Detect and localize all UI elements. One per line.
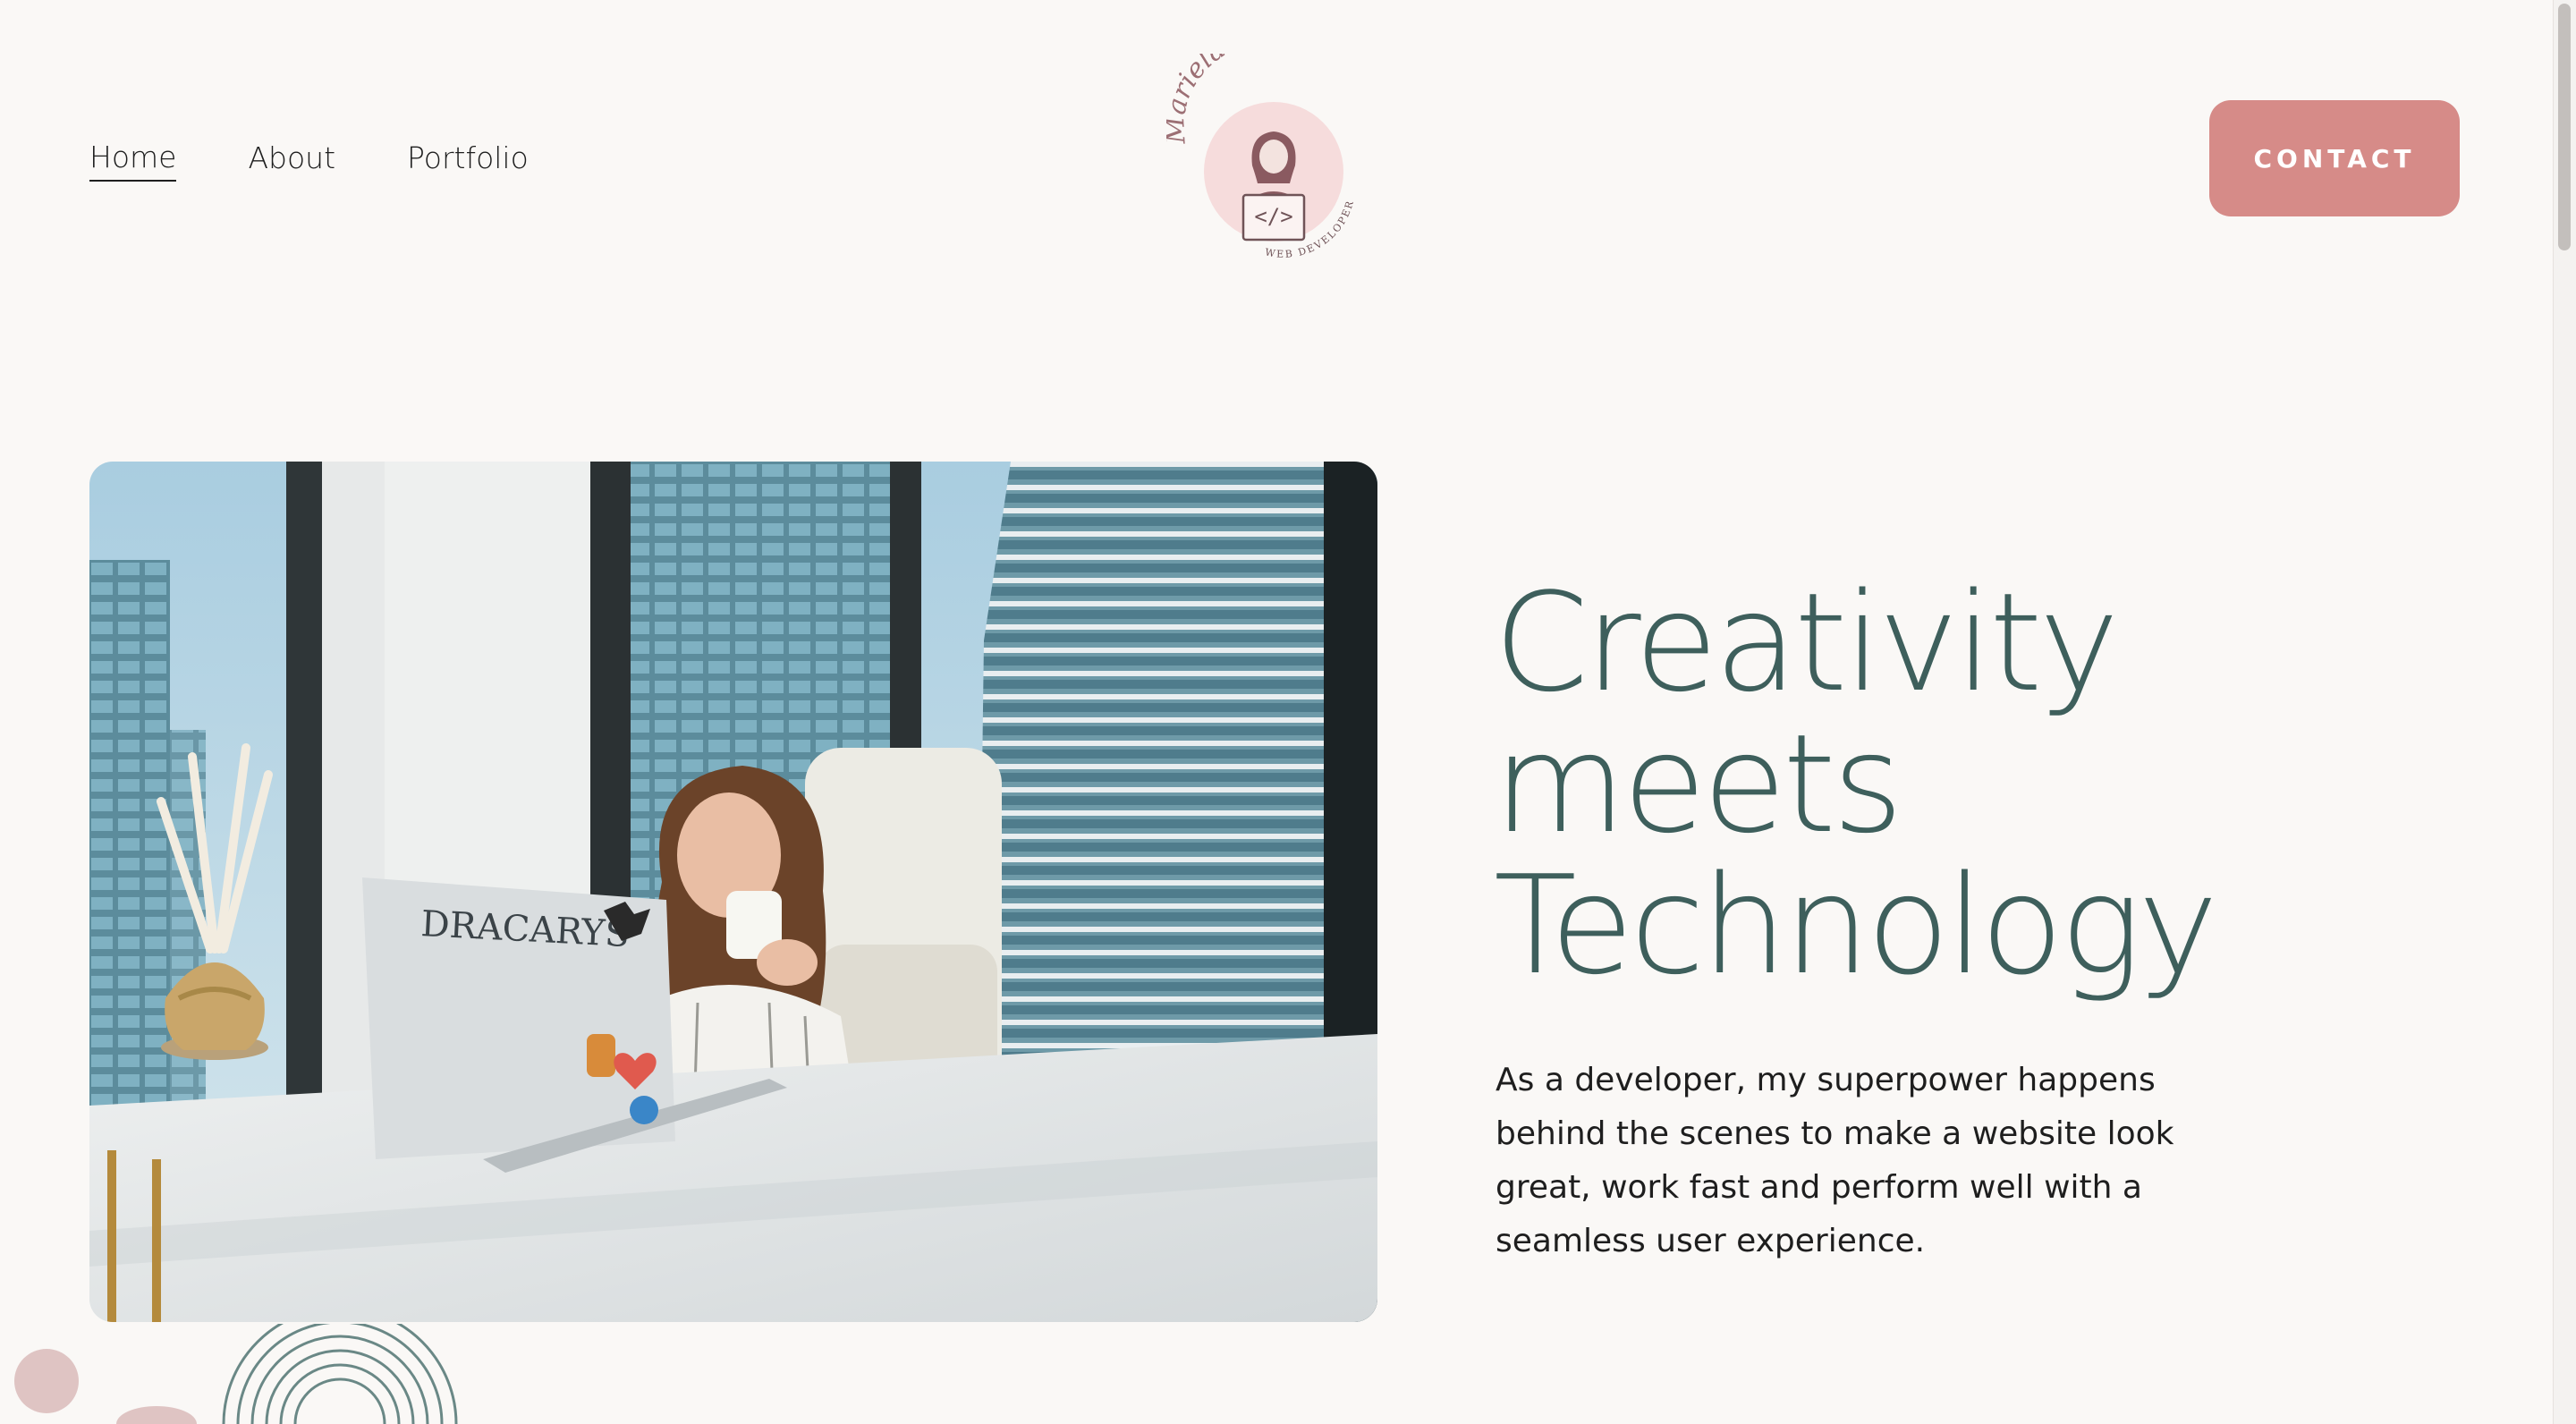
headline-line: Technology [1494,846,2218,1004]
headline-line: Creativity [1494,564,2120,722]
nav-item-about[interactable]: About [248,140,335,181]
decorative-circle [14,1349,79,1413]
logo-illustration: Mariela Lopez </> WEB DEVELOPER [1159,15,1354,260]
headline-line: meets [1494,705,1903,863]
main-nav: Home About Portfolio [89,140,529,182]
scrollbar[interactable] [2553,0,2576,1424]
contact-button[interactable]: CONTACT [2209,100,2460,216]
nav-item-portfolio[interactable]: Portfolio [407,140,529,181]
woman-at-laptop-photo: DRACARYS [89,462,1377,1322]
site-logo[interactable]: Mariela Lopez </> WEB DEVELOPER [1159,15,1381,260]
hero-headline: Creativity meets Technology [1494,572,2388,996]
decorative-rainbow-arcs [222,1324,458,1424]
hero-description: As a developer, my superpower happens be… [1496,1062,2174,1259]
code-brackets-icon: </> [1254,204,1292,229]
decorative-pink-arc [116,1406,197,1424]
page: Home About Portfolio Mariela Lopez </> W… [0,0,2576,1424]
scrollbar-thumb[interactable] [2558,4,2571,250]
hero-photo: DRACARYS [89,462,1377,1322]
nav-item-home[interactable]: Home [89,140,177,182]
